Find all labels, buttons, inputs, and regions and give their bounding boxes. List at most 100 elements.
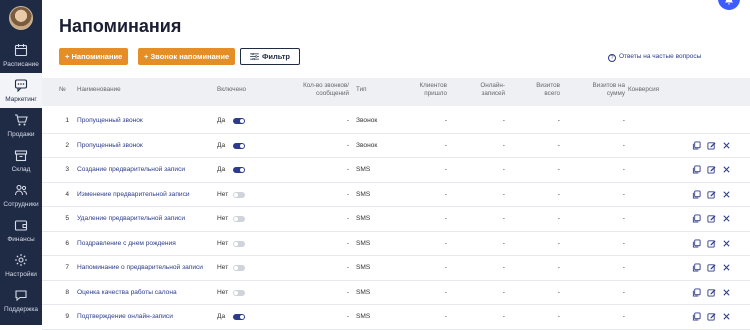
edit-icon[interactable]	[707, 263, 716, 272]
sidebar-item-7[interactable]: Настройки	[0, 248, 42, 283]
cell-online: -	[502, 190, 505, 198]
table-row[interactable]: 2 Пропущенный звонок - Звонок - - - - Да	[42, 134, 750, 158]
copy-icon[interactable]	[692, 140, 701, 150]
cell-visits-sum: -	[622, 141, 625, 149]
copy-icon[interactable]	[692, 238, 701, 248]
copy-icon[interactable]	[692, 312, 701, 321]
bell-icon	[725, 0, 733, 5]
notification-button[interactable]	[718, 0, 740, 10]
th-conversion[interactable]: Конверсия	[628, 86, 659, 94]
enabled-toggle[interactable]	[233, 289, 245, 296]
delete-icon[interactable]	[722, 288, 731, 297]
enabled-toggle[interactable]	[233, 216, 245, 222]
delete-icon[interactable]	[722, 165, 731, 174]
cell-clients: -	[444, 190, 447, 198]
cell-name[interactable]: Напоминание о предварительной записи	[77, 256, 203, 280]
enabled-toggle[interactable]	[233, 167, 245, 173]
filter-button[interactable]: Фильтр	[240, 48, 300, 65]
edit-icon[interactable]	[707, 190, 716, 199]
sidebar-item-label: Поддержка	[4, 306, 38, 313]
copy-icon[interactable]	[692, 189, 701, 199]
cell-visits: -	[557, 288, 560, 296]
edit-icon[interactable]	[707, 141, 716, 150]
add-call-reminder-button[interactable]: + Звонок напоминание	[138, 48, 236, 65]
enabled-toggle[interactable]	[233, 314, 245, 320]
enabled-toggle[interactable]	[233, 240, 245, 247]
th-visits-sum[interactable]: Визитов на сумму	[579, 82, 625, 98]
th-type[interactable]: Тип	[356, 86, 367, 94]
sidebar-item-8[interactable]: Поддержка	[0, 283, 42, 318]
enabled-toggle[interactable]	[233, 265, 245, 271]
th-calls[interactable]: Кол-во звонков/ сообщений	[287, 82, 349, 98]
table-row[interactable]: 4 Изменение предварительной записи - SMS - - -…	[42, 183, 750, 207]
th-clients[interactable]: Клиентов пришло	[402, 82, 448, 98]
cell-name[interactable]: Удаление предварительной записи	[77, 207, 185, 231]
copy-icon[interactable]	[692, 287, 701, 297]
sidebar-item-5[interactable]: Сотрудники	[0, 178, 42, 213]
cell-name[interactable]: Пропущенный звонок	[77, 134, 143, 158]
enabled-toggle[interactable]	[233, 142, 245, 149]
add-call-reminder-label: Звонок напоминание	[150, 52, 230, 61]
sidebar-item-4[interactable]: Склад	[0, 143, 42, 178]
cell-visits-sum: -	[622, 117, 625, 124]
cell-clients: -	[444, 313, 447, 320]
cell-type: SMS	[356, 264, 371, 271]
cell-name[interactable]: Создание предварительной записи	[77, 158, 185, 182]
cell-num: 8	[65, 288, 69, 296]
table-row[interactable]: 5 Удаление предварительной записи - SMS - - - -…	[42, 207, 750, 232]
cell-online: -	[502, 215, 505, 222]
cell-name[interactable]: Поздравление с днем рождения	[77, 232, 176, 256]
sidebar-item-3[interactable]: Продажи	[0, 108, 42, 143]
cell-online: -	[502, 166, 505, 173]
cell-clients: -	[444, 264, 447, 271]
table-row[interactable]: 8 Оценка качества работы салона - SMS - - - - Не…	[42, 281, 750, 305]
delete-icon[interactable]	[722, 214, 731, 223]
cell-calls: -	[346, 166, 349, 173]
cell-clients: -	[444, 288, 447, 296]
cell-enabled: Нет	[217, 215, 229, 222]
table-row[interactable]: 9 Подтверждение онлайн-записи - SMS - - - - Да	[42, 305, 750, 330]
cell-enabled: Нет	[217, 288, 229, 296]
sidebar-item-1[interactable]: Расписание	[0, 38, 42, 73]
th-enabled[interactable]: Включено	[217, 86, 246, 94]
delete-icon[interactable]	[722, 239, 731, 248]
sidebar-item-6[interactable]: Финансы	[0, 213, 42, 248]
delete-icon[interactable]	[722, 263, 731, 272]
cell-visits: -	[557, 141, 560, 149]
table-row[interactable]: 1 Пропущенный звонок - Звонок - - - - Да	[42, 109, 750, 134]
chat-icon	[14, 79, 28, 92]
add-reminder-button[interactable]: + Напоминание	[59, 48, 129, 65]
enabled-toggle[interactable]	[233, 191, 245, 198]
edit-icon[interactable]	[707, 214, 716, 223]
table-row[interactable]: 7 Напоминание о предварительной записи - SM…	[42, 256, 750, 281]
plus-icon: +	[65, 52, 70, 61]
cell-visits: -	[557, 190, 560, 198]
th-name[interactable]: Наименование	[77, 86, 121, 94]
faq-link[interactable]: ? Ответы на частые вопросы	[608, 53, 701, 62]
sidebar-item-2[interactable]: Маркетинг	[0, 73, 42, 108]
copy-icon[interactable]	[692, 263, 701, 272]
th-online[interactable]: Онлайн- записей	[467, 82, 505, 98]
question-icon: ?	[608, 54, 616, 62]
delete-icon[interactable]	[722, 312, 731, 321]
cell-name[interactable]: Оценка качества работы салона	[77, 281, 177, 305]
copy-icon[interactable]	[692, 165, 701, 174]
th-visits[interactable]: Визитов всего	[524, 82, 560, 98]
main-content: Напоминания + Напоминание + Звонок напом…	[42, 0, 750, 330]
edit-icon[interactable]	[707, 239, 716, 248]
enabled-toggle[interactable]	[233, 118, 245, 124]
cell-name[interactable]: Изменение предварительной записи	[77, 183, 190, 207]
avatar[interactable]	[9, 6, 33, 30]
table-row[interactable]: 3 Создание предварительной записи - SMS - - - -…	[42, 158, 750, 183]
cell-type: SMS	[356, 215, 371, 222]
table-row[interactable]: 6 Поздравление с днем рождения - SMS - - - - Нет	[42, 232, 750, 256]
delete-icon[interactable]	[722, 190, 731, 199]
edit-icon[interactable]	[707, 165, 716, 174]
edit-icon[interactable]	[707, 288, 716, 297]
edit-icon[interactable]	[707, 312, 716, 321]
cell-name[interactable]: Подтверждение онлайн-записи	[77, 305, 173, 329]
delete-icon[interactable]	[722, 141, 731, 150]
cell-type: Звонок	[356, 141, 378, 149]
cell-name[interactable]: Пропущенный звонок	[77, 109, 143, 133]
copy-icon[interactable]	[692, 214, 701, 223]
